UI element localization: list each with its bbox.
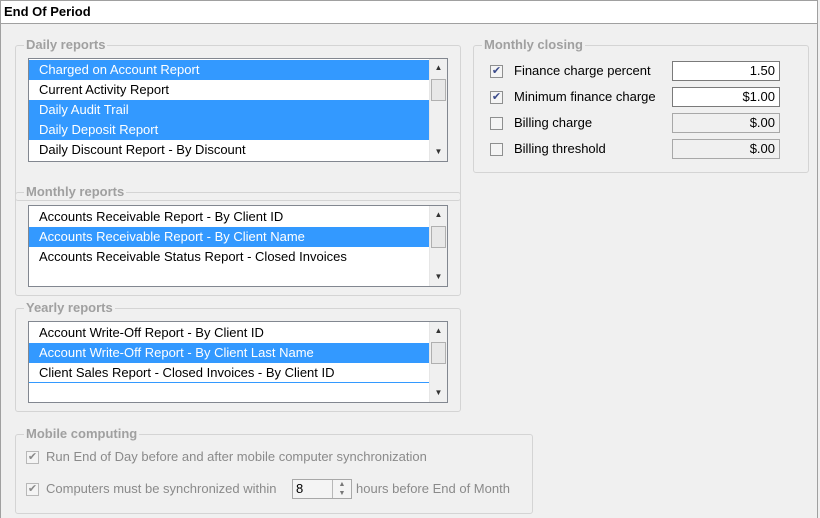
scroll-up-icon[interactable]: ▲ [430,206,447,224]
list-item[interactable]: Charged on Account Report [29,60,429,80]
sync-within-checkbox[interactable]: ✔ [26,483,39,496]
billing-charge-checkbox[interactable] [490,117,503,130]
monthly-closing-group: Monthly closing ✔ Finance charge percent… [473,37,809,173]
list-item[interactable]: Accounts Receivable Status Report - Clos… [29,247,429,267]
sync-within-label: Computers must be synchronized within [46,481,277,496]
billing-threshold-checkbox[interactable] [490,143,503,156]
list-item[interactable]: Daily Deposit Report [29,120,429,140]
daily-reports-legend: Daily reports [24,37,108,52]
monthly-reports-scrollbar[interactable]: ▲ ▼ [429,206,447,286]
scroll-thumb[interactable] [431,226,446,248]
list-item[interactable]: Account Write-Off Report - By Client Las… [29,343,429,363]
spin-arrows-icon[interactable]: ▲ ▼ [332,480,351,498]
yearly-reports-legend: Yearly reports [24,300,115,315]
scroll-down-icon[interactable]: ▼ [430,384,447,402]
mobile-computing-group: Mobile computing ✔ Run End of Day before… [15,426,533,514]
daily-reports-group: Daily reports Charged on Account Report … [15,37,461,201]
list-item[interactable]: Account Write-Off Report - By Client ID [29,323,429,343]
yearly-reports-group: Yearly reports Account Write-Off Report … [15,300,461,412]
mobile-computing-legend: Mobile computing [24,426,140,441]
sync-hours-value[interactable]: 8 [296,481,303,496]
finance-charge-percent-checkbox[interactable]: ✔ [490,65,503,78]
billing-charge-label: Billing charge [514,115,593,130]
monthly-reports-legend: Monthly reports [24,184,127,199]
billing-threshold-label: Billing threshold [514,141,606,156]
panel-title: End Of Period [0,0,818,24]
sync-hours-stepper[interactable]: 8 ▲ ▼ [292,479,352,499]
minimum-finance-charge-checkbox[interactable]: ✔ [490,91,503,104]
monthly-reports-group: Monthly reports Accounts Receivable Repo… [15,184,461,296]
billing-threshold-field[interactable]: $.00 [672,139,780,159]
daily-reports-list[interactable]: Charged on Account Report Current Activi… [28,58,448,162]
run-eod-label: Run End of Day before and after mobile c… [46,449,427,464]
monthly-reports-list[interactable]: Accounts Receivable Report - By Client I… [28,205,448,287]
daily-reports-scrollbar[interactable]: ▲ ▼ [429,59,447,161]
minimum-finance-charge-field[interactable]: $1.00 [672,87,780,107]
list-item[interactable]: Client Sales Report - Closed Invoices - … [29,363,429,383]
list-item[interactable]: Accounts Receivable Report - By Client N… [29,227,429,247]
finance-charge-percent-field[interactable]: 1.50 [672,61,780,81]
list-item[interactable]: Accounts Receivable Report - By Client I… [29,207,429,227]
list-item[interactable]: Current Activity Report [29,80,429,100]
run-eod-checkbox[interactable]: ✔ [26,451,39,464]
yearly-reports-scrollbar[interactable]: ▲ ▼ [429,322,447,402]
scroll-up-icon[interactable]: ▲ [430,59,447,77]
billing-charge-field[interactable]: $.00 [672,113,780,133]
end-of-period-panel: Daily reports Charged on Account Report … [0,24,818,518]
scroll-thumb[interactable] [431,342,446,364]
list-item[interactable]: Daily Discount Report - By Discount [29,140,429,160]
finance-charge-percent-label: Finance charge percent [514,63,651,78]
scroll-up-icon[interactable]: ▲ [430,322,447,340]
yearly-reports-list[interactable]: Account Write-Off Report - By Client ID … [28,321,448,403]
minimum-finance-charge-label: Minimum finance charge [514,89,656,104]
monthly-closing-legend: Monthly closing [482,37,585,52]
scroll-down-icon[interactable]: ▼ [430,143,447,161]
scroll-down-icon[interactable]: ▼ [430,268,447,286]
scroll-thumb[interactable] [431,79,446,101]
list-item[interactable]: Daily Audit Trail [29,100,429,120]
sync-hours-suffix: hours before End of Month [356,481,510,496]
